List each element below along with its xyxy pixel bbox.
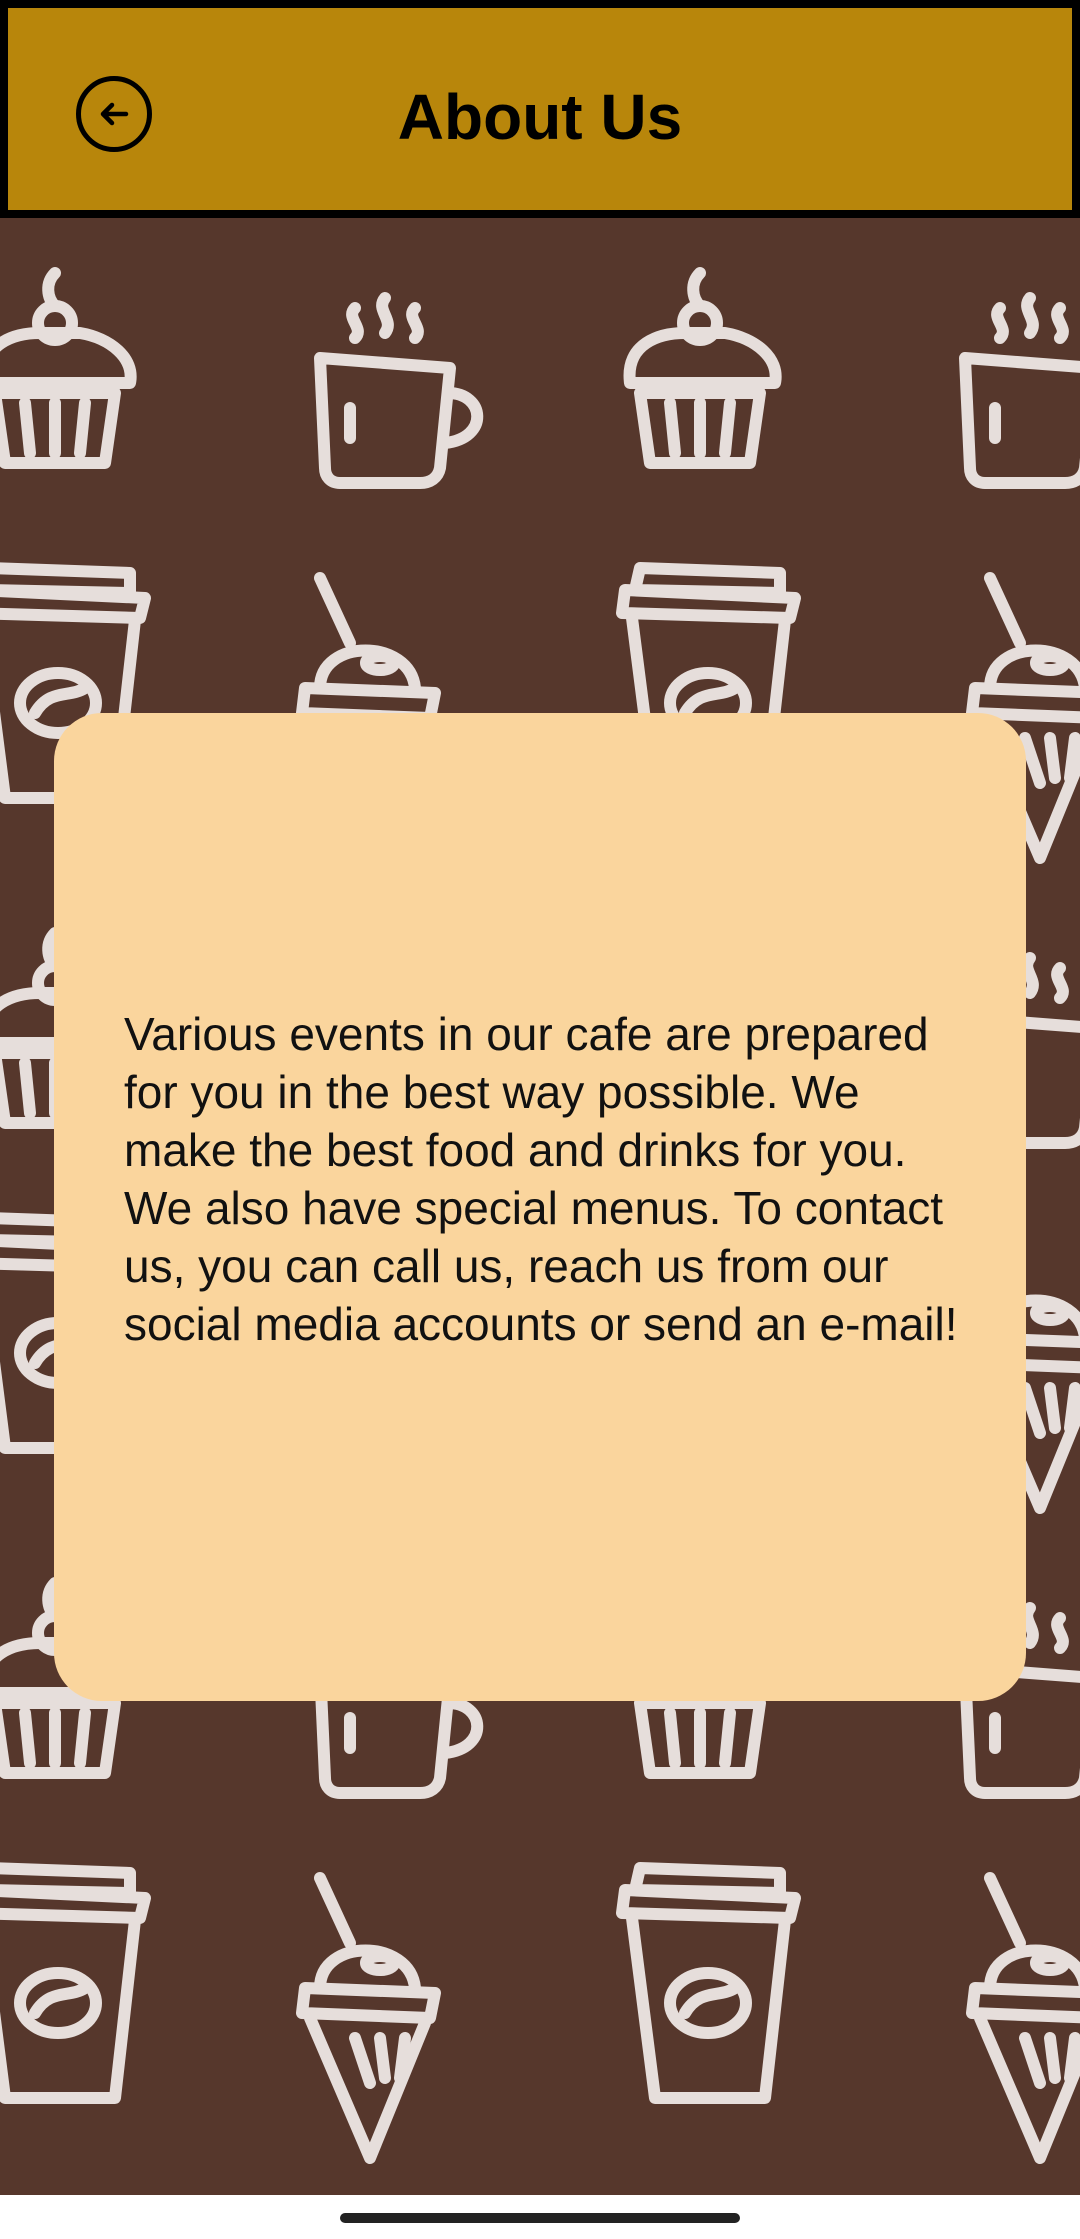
app-header: About Us	[0, 0, 1080, 218]
home-indicator[interactable]	[340, 2213, 740, 2223]
about-description: Various events in our cafe are prepared …	[124, 1008, 958, 1350]
page-title: About Us	[397, 81, 683, 153]
system-navigation-bar	[0, 2195, 1080, 2239]
about-card: Various events in our cafe are prepared …	[54, 713, 1026, 1701]
